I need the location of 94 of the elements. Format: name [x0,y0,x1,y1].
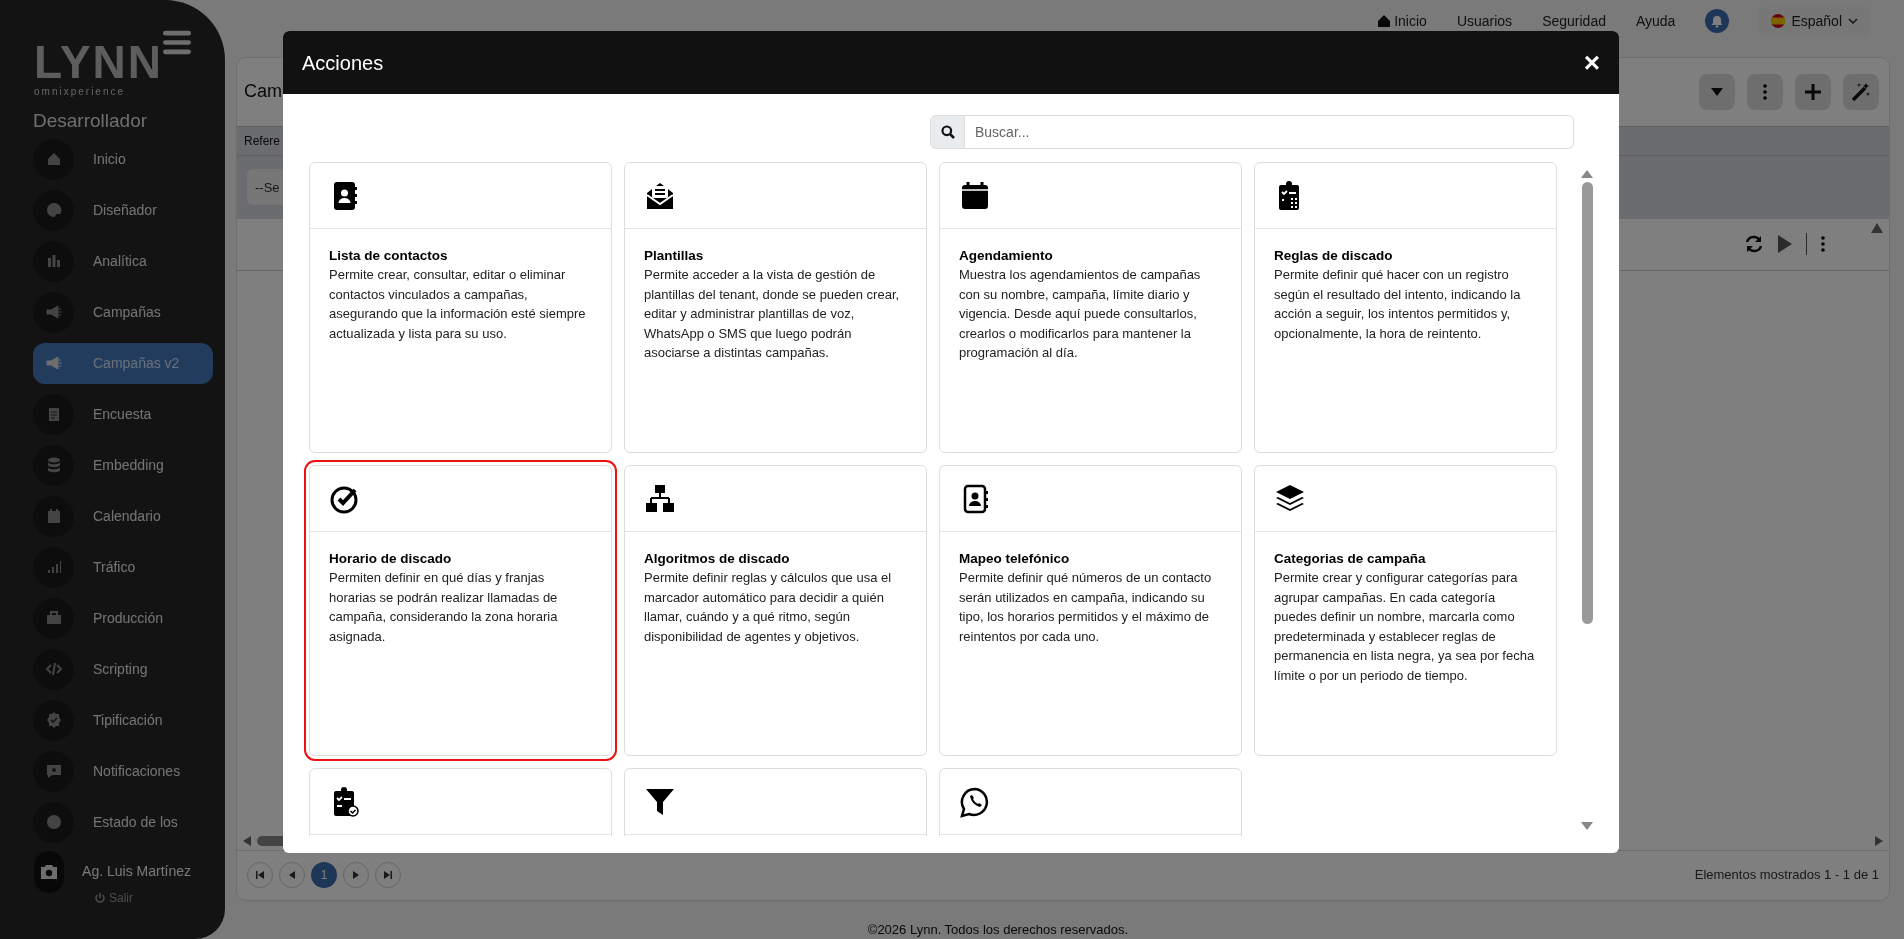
calendar-icon [959,179,991,212]
card-title: Mapeo telefónico [959,550,1071,568]
scroll-up-icon[interactable] [1871,222,1883,233]
sidebar-icon [44,762,63,780]
menu-icon[interactable] [163,30,191,56]
power-icon[interactable] [94,891,106,904]
card-title: Plantillas [644,247,705,265]
card-description: Muestra los agendamientos de campañas con su nombre, campaña, límite diario y vigencia. Desde aquí puede consultarlos, crearlos o modificarlos para mantener la programación al día. [959,266,1202,362]
card-description: Permite definir reglas y cálculos que usa el marcador automático para decidir a quién llamar, cuándo y a qué ritmo, según disponibilidad de agentes y objetivos. [644,569,893,646]
sidebar-icon [44,303,63,321]
sidebar-item[interactable]: Campañas v2 [33,342,213,384]
action-card[interactable] [1254,465,1557,756]
home-icon [1377,14,1392,29]
nav-link[interactable]: Ayuda [1635,10,1676,32]
sidebar-item[interactable]: Analítica [33,240,213,282]
caret-icon [1711,87,1723,96]
logo-tagline: omnixperience [34,85,126,99]
sidebar-item[interactable]: Encuesta [33,393,213,435]
flag-icon [1771,14,1786,29]
search-field[interactable]: Buscar... [965,115,1574,149]
camera-icon[interactable] [34,850,65,893]
sidebar-item[interactable]: Inicio [33,138,213,180]
card-description: Permite crear, consultar, editar o eliminar contactos vinculados a campañas, asegurando que la información esté siempre actualizada y lista para su uso. [329,266,587,343]
action-card[interactable]: Reglas de discado Permite definir qué hacer con un registro según el resultado del intento, indicando la acción a seguir, los intentos permitidos y, opcionalmente, la hora de reintento. [1254,162,1557,453]
sidebar-icon [44,354,63,372]
magic-wand-button[interactable] [1843,73,1879,110]
more-button[interactable] [1747,73,1783,110]
card-title: Reglas de discado [1274,247,1394,265]
summary-text: Elementos mostrados 1 - 1 de 1 [1694,866,1879,885]
action-card[interactable]: Lista de contactos Permite crear, consultar, editar o eliminar contactos vinculados a campañas, asegurando que la información esté siempre actualizada y lista para su uso. [309,162,612,453]
sidebar-item[interactable]: Calendario [33,495,213,537]
scroll-left-icon[interactable] [243,835,251,846]
card-title: Algoritmos de discado [644,550,791,568]
sidebar-item[interactable]: Diseñador [33,189,213,231]
scroll-right-icon[interactable] [1875,835,1883,846]
column-header: Refere [244,132,281,150]
user-name: Ag. Luis Martínez [82,862,191,881]
sidebar-icon [44,813,63,831]
logout-link[interactable]: Salir [109,888,133,907]
sidebar-item[interactable]: Tráfico [33,546,213,588]
whatsapp-icon [959,785,991,818]
action-card[interactable]: Agendamiento Muestra los agendamientos de campañas con su nombre, campaña, límite diario y vigencia. Desde aquí puede consultarlos, crearlos o modificarlos para mantener la programación al día. [939,162,1242,453]
sidebar-icon [44,201,63,219]
kebab-icon [1763,83,1767,100]
card-description: Permite crear y configurar categorías para agrupar campañas. En cada categoría puedes definir un nombre, marcarla como predeterminada y establecer reglas de permanencia en lista negra, ya sea por fecha límite o por un periodo de tiempo. [1274,569,1536,685]
card-title: Lista de contactos [329,247,449,265]
bell-icon [1711,14,1724,28]
card-description: Permite definir qué hacer con un registro según el resultado del intento, indicando la acción a seguir, los intentos permitidos y, opcionalmente, la hora de reintento. [1274,266,1522,343]
chevron-icon [1848,18,1858,25]
card-description: Permiten definir en qué días y franjas horarias se podrán realizar llamadas de campaña, considerando la zona horaria asignada. [329,569,559,646]
card-description: Permite acceder a la vista de gestión de plantillas del tenant, donde se pueden crear, editar y administrar plantillas de voz, WhatsApp o SMS que luego podrán asociarse a distintas campañas. [644,266,901,362]
sidebar-icon [44,660,63,678]
nav-link[interactable]: Inicio [1377,10,1427,32]
scroll-up-icon[interactable] [1581,170,1593,178]
close-button[interactable]: × [1583,48,1600,77]
dialog-title: Acciones [302,50,384,76]
card-title: Agendamiento [959,247,1054,265]
last-page-icon [383,871,393,879]
refresh-icon[interactable] [1744,235,1764,254]
sidebar-item[interactable]: Scripting [33,648,213,690]
sidebar-item[interactable]: Producción [33,597,213,639]
dropdown-button[interactable] [1699,73,1735,110]
panel-title: Cam [244,80,282,104]
sidebar-item[interactable]: Notificaciones [33,750,213,792]
sidebar-item[interactable]: Estado de los [33,801,213,843]
scroll-down-icon[interactable] [1581,822,1593,830]
sidebar-icon [44,711,63,729]
hierarchy-icon [644,482,676,515]
action-card[interactable]: Mapeo telefónico Permite definir qué números de un contacto serán utilizados en campaña, indicando su tipo, los horarios permitidos y el máximo de reintentos por cada uno. [939,465,1242,756]
copyright-text: ©2026 Lynn. Todos los derechos reservados. [866,920,1130,939]
plus-icon [1804,82,1822,101]
play-icon[interactable] [1778,235,1792,254]
sidebar-item[interactable]: Campañas [33,291,213,333]
role-label: Desarrollador [33,109,149,133]
next-page-icon [351,871,361,879]
nav-link[interactable]: Usuarios [1456,10,1513,32]
previous-page-icon [287,871,297,879]
card-title: Categorias de campaña [1274,550,1427,568]
page-button[interactable]: 1 [311,862,337,888]
card-title: Horario de discado [329,550,453,568]
search-icon [940,125,955,139]
add-button[interactable] [1795,73,1831,110]
magic-wand-icon [1851,81,1871,102]
card-description: Permite definir qué números de un contacto serán utilizados en campaña, indicando su tipo, los horarios permitidos y el máximo de reintentos por cada uno. [959,569,1213,646]
action-card[interactable]: Algoritmos de discado Permite definir reglas y cálculos que usa el marcador automático para decidir a quién llamar, cuándo y a qué ritmo, según disponibilidad de agentes y objetivos. [624,465,927,756]
sidebar-icon [44,609,63,627]
first-page-icon [255,871,265,879]
sidebar-item[interactable]: Embedding [33,444,213,486]
nav-link[interactable]: Seguridad [1542,10,1606,32]
logo-wordmark: LYNN [34,40,163,84]
sidebar-item[interactable]: Tipificación [33,699,213,741]
notifications-button[interactable] [1705,9,1730,34]
kebab-icon[interactable] [1821,236,1825,253]
action-card[interactable] [624,162,927,453]
